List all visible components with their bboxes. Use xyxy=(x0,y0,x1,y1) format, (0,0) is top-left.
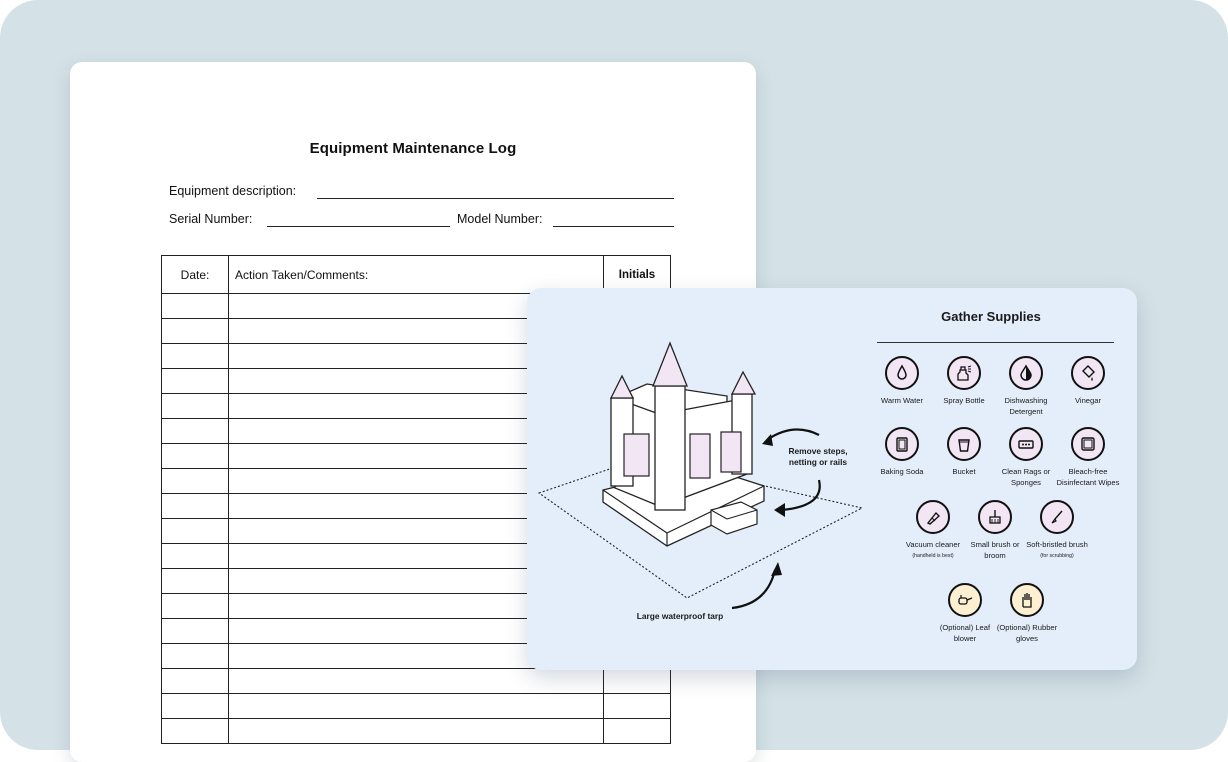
supply-disinfectant-wipes: Bleach-free Disinfectant Wipes xyxy=(1053,427,1123,488)
initials-cell xyxy=(603,718,671,744)
equipment-description-line xyxy=(317,198,674,199)
detergent-icon xyxy=(1009,356,1043,390)
date-cell xyxy=(161,368,229,394)
date-cell xyxy=(161,493,229,519)
table-row xyxy=(161,718,671,744)
tarp-callout: Large waterproof tarp xyxy=(636,611,724,621)
vinegar-icon xyxy=(1071,356,1105,390)
date-cell xyxy=(161,293,229,319)
glove-icon xyxy=(1010,583,1044,617)
right-spire xyxy=(730,370,757,395)
date-cell xyxy=(161,668,229,694)
action-cell xyxy=(228,693,604,719)
supply-spray-bottle: Spray Bottle xyxy=(929,356,999,407)
supplies-title: Gather Supplies xyxy=(941,309,1041,324)
arrow-remove-top xyxy=(766,428,820,441)
leaf-blower-icon xyxy=(948,583,982,617)
center-spire xyxy=(652,341,688,387)
broom-icon xyxy=(978,500,1012,534)
date-cell xyxy=(161,518,229,544)
supplies-title-rule xyxy=(877,342,1114,343)
date-cell xyxy=(161,543,229,569)
bucket-icon xyxy=(947,427,981,461)
column-header-date: Date: xyxy=(161,255,229,294)
wipes-icon xyxy=(1071,427,1105,461)
date-cell xyxy=(161,443,229,469)
model-number-label: Model Number: xyxy=(457,212,543,226)
date-cell xyxy=(161,468,229,494)
vacuum-icon xyxy=(916,500,950,534)
date-cell xyxy=(161,618,229,644)
baking-soda-icon xyxy=(885,427,919,461)
remove-steps-callout: Remove steps, netting or rails xyxy=(788,446,848,467)
arrow-remove-bottom xyxy=(781,479,821,512)
date-cell xyxy=(161,693,229,719)
date-cell xyxy=(161,718,229,744)
table-row xyxy=(161,693,671,719)
model-number-line xyxy=(553,226,674,227)
supply-clean-rags: Clean Rags or Sponges xyxy=(991,427,1061,488)
arrow-tarp xyxy=(731,569,777,610)
left-spire xyxy=(609,374,635,399)
date-cell xyxy=(161,318,229,344)
supply-baking-soda: Baking Soda xyxy=(867,427,937,478)
supplies-card: Remove steps, netting or rails Large wat… xyxy=(527,288,1137,670)
supply-leaf-blower: (Optional) Leaf blower xyxy=(930,583,1000,644)
date-cell xyxy=(161,593,229,619)
supply-small-brush: Small brush or broom xyxy=(960,500,1030,561)
serial-number-line xyxy=(267,226,450,227)
sponge-icon xyxy=(1009,427,1043,461)
supply-rubber-gloves: (Optional) Rubber gloves xyxy=(992,583,1062,644)
table-row xyxy=(161,668,671,694)
water-drop-icon xyxy=(885,356,919,390)
spray-bottle-icon xyxy=(947,356,981,390)
initials-cell xyxy=(603,693,671,719)
initials-cell xyxy=(603,668,671,694)
date-cell xyxy=(161,418,229,444)
supply-bucket: Bucket xyxy=(929,427,999,478)
equipment-description-label: Equipment description: xyxy=(169,184,297,198)
document-title: Equipment Maintenance Log xyxy=(309,140,517,157)
brush-icon xyxy=(1040,500,1074,534)
action-cell xyxy=(228,718,604,744)
supply-dishwashing-detergent: Dishwashing Detergent xyxy=(991,356,1061,417)
supply-warm-water: Warm Water xyxy=(867,356,937,407)
supply-soft-bristled-brush: Soft-bristled brush (for scrubbing) xyxy=(1022,500,1092,560)
date-cell xyxy=(161,643,229,669)
date-cell xyxy=(161,343,229,369)
supply-vinegar: Vinegar xyxy=(1053,356,1123,407)
date-cell xyxy=(161,393,229,419)
date-cell xyxy=(161,568,229,594)
action-cell xyxy=(228,668,604,694)
serial-number-label: Serial Number: xyxy=(169,212,253,226)
supply-vacuum-cleaner: Vacuum cleaner (handheld is best) xyxy=(898,500,968,560)
